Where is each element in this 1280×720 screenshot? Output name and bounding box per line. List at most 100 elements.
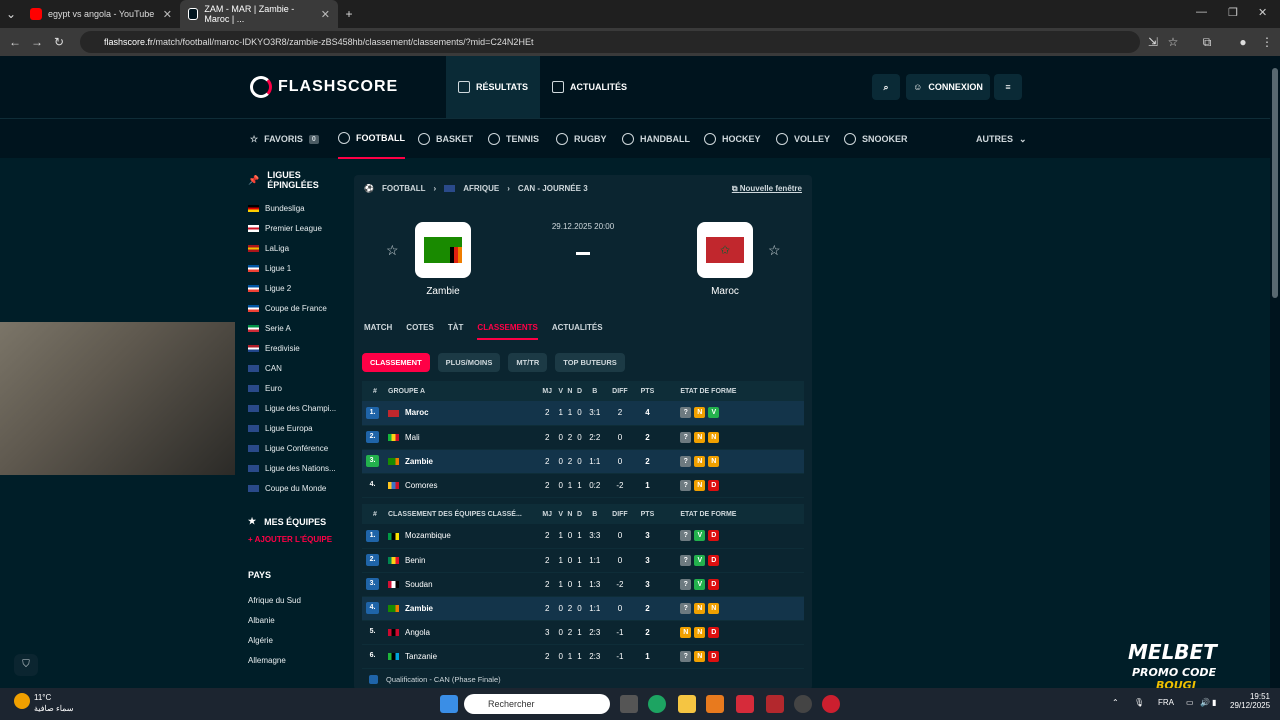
reload-icon[interactable]: ↻	[48, 35, 70, 49]
column-header[interactable]: V	[556, 504, 566, 524]
sidebar-league-item[interactable]: Ligue des Champi...	[248, 398, 348, 418]
form-badge[interactable]: D	[708, 554, 720, 566]
column-header[interactable]: ETAT DE FORME	[660, 381, 804, 401]
form-badge[interactable]: V	[694, 578, 706, 590]
windows-start-icon[interactable]	[440, 695, 458, 713]
sport-tennis[interactable]: TENNIS	[488, 119, 539, 159]
form-badge[interactable]: ?	[680, 431, 692, 443]
team-cell[interactable]: Benin	[388, 548, 538, 573]
tab-tat[interactable]: TÀT	[448, 323, 464, 340]
team-cell[interactable]: Maroc	[388, 401, 538, 426]
form-badge[interactable]: N	[694, 407, 706, 419]
tab-actualites[interactable]: ACTUALITÉS	[552, 323, 603, 340]
column-header[interactable]: D	[574, 381, 585, 401]
app-icon[interactable]	[794, 695, 812, 713]
flashscore-logo[interactable]: FLASHSCORE	[250, 76, 398, 98]
tab-match[interactable]: MATCH	[364, 323, 392, 340]
form-badge[interactable]: D	[708, 530, 720, 542]
table-row[interactable]: 3. Zambie 2 0 2 0 1:1 0 2? N N	[362, 449, 804, 474]
column-header[interactable]: GROUPE A	[388, 381, 538, 401]
back-icon[interactable]: ←	[4, 35, 26, 49]
sidebar-league-item[interactable]: Premier League	[248, 218, 348, 238]
column-header[interactable]: ETAT DE FORME	[660, 504, 804, 524]
install-icon[interactable]: ⇲	[1142, 35, 1164, 49]
nav-resultats[interactable]: RÉSULTATS	[446, 56, 540, 118]
file-explorer-icon[interactable]	[678, 695, 696, 713]
clock[interactable]: 19:51 29/12/2025	[1230, 692, 1270, 710]
sidebar-league-item[interactable]: Ligue 2	[248, 278, 348, 298]
tab-cotes[interactable]: COTES	[406, 323, 434, 340]
sidebar-league-item[interactable]: Euro	[248, 378, 348, 398]
column-header[interactable]: #	[362, 381, 388, 401]
form-badge[interactable]: V	[694, 554, 706, 566]
sidebar-country-item[interactable]: Afrique du Sud	[248, 590, 348, 610]
form-badge[interactable]: N	[694, 602, 706, 614]
login-button[interactable]: ☺ CONNEXION	[906, 74, 990, 100]
mic-icon[interactable]: 🎙	[1134, 698, 1144, 707]
team-cell[interactable]: Soudan	[388, 572, 538, 597]
url-input[interactable]: flashscore.fr/match/football/maroc-IDKYO…	[80, 31, 1140, 53]
form-badge[interactable]: N	[694, 431, 706, 443]
search-button[interactable]: ⌕	[872, 74, 900, 100]
sport-handball[interactable]: HANDBALL	[622, 119, 690, 159]
tray-chevron-icon[interactable]: ⌃	[1112, 698, 1119, 707]
profile-avatar[interactable]: ●	[1232, 35, 1254, 49]
table-row[interactable]: 1. Maroc 2 1 1 0 3:1 2 4? N V	[362, 401, 804, 426]
column-header[interactable]: V	[556, 381, 566, 401]
breadcrumb-sport[interactable]: FOOTBALL	[382, 184, 426, 193]
sport-autres[interactable]: AUTRES ⌄	[976, 119, 1027, 159]
column-header[interactable]: B	[584, 381, 606, 401]
forward-icon[interactable]: →	[26, 35, 48, 49]
column-header[interactable]: MJ	[538, 504, 557, 524]
table-row[interactable]: 2. Benin 2 1 0 1 1:1 0 3? V D	[362, 548, 804, 573]
sport-snooker[interactable]: SNOOKER	[844, 119, 908, 159]
table-row[interactable]: 4. Zambie 2 0 2 0 1:1 0 2? N N	[362, 596, 804, 621]
form-badge[interactable]: N	[708, 431, 720, 443]
language-indicator[interactable]: FRA	[1158, 698, 1174, 707]
tab-classements[interactable]: CLASSEMENTS	[477, 323, 538, 340]
sport-rugby[interactable]: RUGBY	[556, 119, 607, 159]
sport-hockey[interactable]: HOCKEY	[704, 119, 761, 159]
breadcrumb-competition[interactable]: CAN - JOURNÉE 3	[518, 184, 588, 193]
form-badge[interactable]: D	[708, 479, 720, 491]
sidebar-league-item[interactable]: Ligue Europa	[248, 418, 348, 438]
column-header[interactable]: #	[362, 504, 388, 524]
taskbar-search[interactable]: Rechercher	[464, 694, 610, 714]
browser-tab-youtube[interactable]: egypt vs angola - YouTube ✕	[22, 0, 180, 28]
form-badge[interactable]: N	[708, 455, 720, 467]
app-icon[interactable]	[736, 695, 754, 713]
extensions-icon[interactable]: ⧉	[1196, 35, 1218, 50]
close-tab-icon[interactable]: ✕	[321, 8, 330, 21]
team-cell[interactable]: Mozambique	[388, 524, 538, 549]
sidebar-league-item[interactable]: Coupe de France	[248, 298, 348, 318]
new-tab-icon[interactable]: +	[338, 7, 360, 21]
away-team[interactable]: ✩ Maroc	[697, 222, 753, 297]
pill-mt-tr[interactable]: MT/TR	[508, 353, 548, 372]
minimize-icon[interactable]: —	[1196, 6, 1207, 18]
sidebar-league-item[interactable]: CAN	[248, 358, 348, 378]
volume-icon[interactable]: 🔊	[1200, 698, 1210, 707]
form-badge[interactable]: ?	[680, 650, 692, 662]
form-badge[interactable]: D	[708, 578, 720, 590]
app-icon[interactable]	[766, 695, 784, 713]
chrome-icon[interactable]	[648, 695, 666, 713]
nav-actualites[interactable]: ACTUALITÉS	[540, 56, 639, 118]
battery-icon[interactable]: ▮	[1212, 698, 1216, 707]
sidebar-country-item[interactable]: Allemagne	[248, 650, 348, 670]
column-header[interactable]: D	[574, 504, 585, 524]
team-cell[interactable]: Comores	[388, 473, 538, 498]
form-badge[interactable]: ?	[680, 554, 692, 566]
form-badge[interactable]: N	[694, 626, 706, 638]
form-badge[interactable]: V	[708, 407, 720, 419]
table-row[interactable]: 3. Soudan 2 1 0 1 1:3 -2 3? V D	[362, 572, 804, 597]
network-icon[interactable]: ▭	[1186, 698, 1194, 707]
form-badge[interactable]: ?	[680, 602, 692, 614]
form-badge[interactable]: ?	[680, 455, 692, 467]
form-badge[interactable]: V	[694, 530, 706, 542]
pill-classement[interactable]: CLASSEMENT	[362, 353, 430, 372]
maximize-icon[interactable]: ❐	[1228, 6, 1238, 19]
form-badge[interactable]: N	[694, 479, 706, 491]
tab-list-icon[interactable]: ⌄	[0, 7, 22, 21]
team-cell[interactable]: Zambie	[388, 449, 538, 474]
favorite-home-star-icon[interactable]: ☆	[386, 242, 399, 259]
